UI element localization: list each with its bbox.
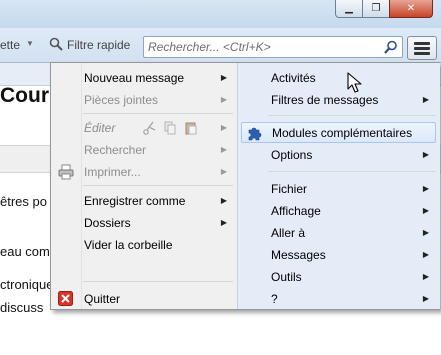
quit-icon — [58, 291, 73, 312]
paste-icon — [185, 122, 197, 135]
window-titlebar: ▁ ❐ ✕ — [0, 0, 441, 28]
printer-icon — [58, 164, 74, 186]
menu-item-label: Enregistrer comme — [84, 194, 186, 208]
menu-item-label: ? — [271, 292, 278, 306]
menu-item-aller-a[interactable]: Aller à ▶ — [238, 223, 439, 243]
menu-item-label: Rechercher — [84, 143, 147, 157]
submenu-arrow-icon: ▶ — [422, 228, 429, 237]
app-menu-right-column: Activités Filtres de messages ▶ Modules … — [237, 63, 440, 309]
menu-item-label: Imprimer... — [84, 165, 141, 179]
puzzle-icon — [246, 125, 262, 147]
menu-separator — [83, 281, 233, 282]
submenu-arrow-icon: ▶ — [422, 272, 429, 281]
hamburger-menu-button[interactable] — [407, 36, 437, 60]
menu-item-label: Aller à — [271, 226, 306, 240]
menu-item-nouveau-message[interactable]: Nouveau message ▶ — [51, 68, 237, 88]
menu-item-label: Outils — [271, 270, 302, 284]
content-text-line: eau com — [0, 244, 50, 259]
menu-item-label: Pièces jointes — [84, 93, 159, 107]
menu-item-options[interactable]: Options ▶ — [238, 145, 439, 165]
submenu-arrow-icon: ▶ — [220, 145, 227, 154]
app-menu-popup: Nouveau message ▶ Pièces jointes ▶ Édite… — [50, 62, 440, 310]
menu-item-label: Modules complémentaires — [272, 126, 413, 140]
menu-item-vider-corbeille[interactable]: Vider la corbeille — [51, 235, 237, 255]
toolbar: ette ▼ Filtre rapide — [0, 28, 441, 63]
menu-item-label: Fichier — [271, 182, 308, 196]
menu-separator — [83, 113, 233, 114]
menu-separator — [268, 115, 436, 116]
submenu-arrow-icon: ▶ — [220, 73, 227, 82]
quick-filter-icon — [49, 37, 63, 54]
menu-separator — [83, 185, 233, 186]
quick-filter-button[interactable]: Filtre rapide — [67, 38, 130, 52]
submenu-arrow-icon: ▶ — [220, 167, 227, 176]
menu-item-fichier[interactable]: Fichier ▶ — [238, 179, 439, 199]
mouse-cursor-icon — [347, 72, 363, 97]
search-input[interactable] — [148, 39, 373, 54]
search-box[interactable] — [143, 36, 403, 58]
app-menu-left-column: Nouveau message ▶ Pièces jointes ▶ Édite… — [51, 63, 237, 309]
menu-item-label: Dossiers — [84, 216, 131, 230]
menu-item-filtres-messages[interactable]: Filtres de messages ▶ — [238, 90, 439, 110]
menu-item-label: Activités — [271, 71, 316, 85]
submenu-arrow-icon: ▶ — [220, 196, 227, 205]
maximize-button[interactable]: ❐ — [362, 0, 390, 18]
submenu-arrow-icon: ▶ — [422, 206, 429, 215]
menu-separator — [268, 171, 436, 172]
menu-item-activites[interactable]: Activités — [238, 68, 439, 88]
menu-item-enregistrer-comme[interactable]: Enregistrer comme ▶ — [51, 191, 237, 211]
menu-item-outils[interactable]: Outils ▶ — [238, 267, 439, 287]
minimize-button[interactable]: ▁ — [335, 0, 363, 18]
window-controls: ▁ ❐ ✕ — [335, 0, 433, 18]
menu-item-label: Quitter — [84, 292, 121, 306]
menu-item-messages[interactable]: Messages ▶ — [238, 245, 439, 265]
menu-item-label: Affichage — [271, 204, 321, 218]
menu-item-label: Messages — [271, 248, 326, 262]
cut-icon — [143, 121, 156, 135]
menu-item-pieces-jointes[interactable]: Pièces jointes ▶ — [51, 90, 237, 110]
submenu-arrow-icon: ▶ — [422, 294, 429, 303]
menu-item-imprimer[interactable]: Imprimer... ▶ — [51, 162, 237, 182]
content-text-line: discuss — [0, 300, 44, 315]
edit-icons — [143, 121, 203, 141]
submenu-arrow-icon: ▶ — [220, 95, 227, 104]
menu-item-dossiers[interactable]: Dossiers ▶ — [51, 213, 237, 233]
chevron-down-icon: ▼ — [26, 39, 34, 48]
menu-item-rechercher[interactable]: Rechercher ▶ — [51, 140, 237, 160]
content-text-line: ctronique — [0, 277, 54, 292]
submenu-arrow-icon: ▶ — [422, 95, 429, 104]
page-title: Courr — [0, 84, 58, 107]
menu-item-label: Nouveau message — [84, 71, 185, 85]
submenu-arrow-icon: ▶ — [220, 123, 227, 132]
submenu-arrow-icon: ▶ — [422, 184, 429, 193]
submenu-arrow-icon: ▶ — [220, 218, 227, 227]
menu-item-label: Éditer — [84, 121, 116, 135]
submenu-arrow-icon: ▶ — [422, 150, 429, 159]
toolbar-partial-button[interactable]: ette — [0, 38, 20, 52]
search-icon[interactable] — [384, 40, 398, 57]
menu-item-label: Options — [271, 148, 313, 162]
submenu-arrow-icon: ▶ — [422, 250, 429, 259]
menu-item-modules-complementaires[interactable]: Modules complémentaires — [241, 122, 436, 143]
copy-icon — [164, 121, 176, 135]
hamburger-menu-icon — [414, 42, 430, 45]
menu-item-affichage[interactable]: Affichage ▶ — [238, 201, 439, 221]
close-button[interactable]: ✕ — [389, 0, 433, 18]
menu-item-editer[interactable]: Éditer ▶ — [51, 118, 237, 138]
menu-item-quitter[interactable]: Quitter — [51, 289, 237, 309]
content-text-line: êtres po — [0, 194, 47, 209]
menu-item-label: Vider la corbeille — [84, 238, 173, 252]
menu-item-help[interactable]: ? ▶ — [238, 289, 439, 309]
